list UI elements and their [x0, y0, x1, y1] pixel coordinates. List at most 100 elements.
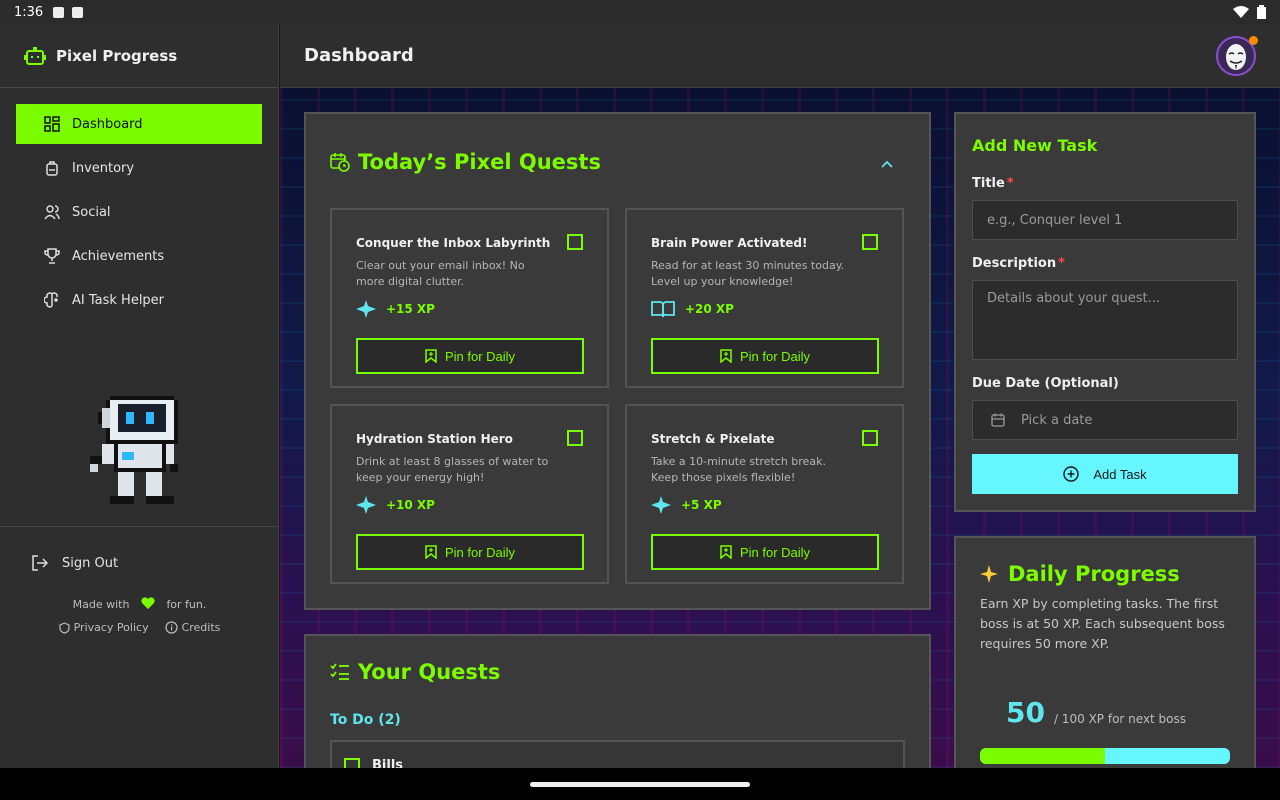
required-mark: *	[1006, 176, 1014, 191]
daily-progress-header: Daily Progress	[980, 562, 1180, 586]
heart-icon	[141, 597, 155, 609]
quest-description: Clear out your email inbox! No more digi…	[356, 259, 525, 288]
users-icon	[44, 205, 60, 220]
bookmark-plus-icon	[720, 545, 732, 559]
sidebar: Pixel Progress Dashboard Inventory Socia…	[0, 24, 279, 768]
credits-link[interactable]: Credits	[164, 621, 220, 634]
pin-for-daily-button[interactable]: Pin for Daily	[356, 534, 584, 570]
info-icon	[164, 621, 178, 634]
task-complete-checkbox[interactable]	[344, 758, 360, 768]
plus-circle-icon	[1063, 466, 1080, 482]
sparkle-icon	[356, 300, 376, 318]
trophy-icon	[44, 248, 60, 264]
title-field-label: Title *	[972, 176, 1014, 191]
todo-section-label: To Do (2)	[330, 712, 401, 728]
xp-progress-bar	[980, 748, 1230, 764]
quest-card: Hydration Station Hero Drink at least 8 …	[330, 404, 609, 584]
quest-title: Hydration Station Hero	[356, 432, 513, 446]
sign-out-button[interactable]: Sign Out	[0, 527, 279, 571]
sidebar-item-ai-task-helper[interactable]: AI Task Helper	[16, 280, 262, 320]
sparkle-icon	[651, 496, 671, 514]
due-date-picker[interactable]: Pick a date	[972, 400, 1238, 440]
sidebar-footer: Sign Out Made with for fun. Privacy Poli…	[0, 526, 279, 634]
task-description-input[interactable]	[972, 280, 1238, 360]
daily-progress-title: Daily Progress	[1008, 562, 1180, 586]
quest-complete-checkbox[interactable]	[862, 234, 878, 250]
sidebar-item-label: Inventory	[72, 160, 135, 176]
title-label-text: Title	[972, 176, 1005, 191]
quest-xp-label: +15 XP	[386, 302, 435, 316]
brain-icon	[44, 292, 58, 308]
dashboard-grid-icon	[44, 116, 60, 132]
sidebar-item-inventory[interactable]: Inventory	[16, 148, 262, 188]
wifi-icon	[1233, 6, 1249, 18]
battery-icon	[1257, 5, 1266, 19]
todays-quests-title: Today’s Pixel Quests	[358, 150, 601, 174]
task-row[interactable]: Bills	[330, 740, 905, 768]
quest-description: Drink at least 8 glasses of water to kee…	[356, 455, 549, 484]
privacy-policy-label: Privacy Policy	[73, 621, 149, 634]
task-title: Bills	[372, 758, 404, 768]
due-date-field-label: Due Date (Optional)	[972, 376, 1119, 391]
sidebar-item-social[interactable]: Social	[16, 192, 262, 232]
chevron-up-icon[interactable]	[881, 160, 893, 168]
quest-complete-checkbox[interactable]	[862, 430, 878, 446]
page-title: Dashboard	[304, 45, 414, 66]
pin-for-daily-button[interactable]: Pin for Daily	[651, 534, 879, 570]
status-time: 1:36	[14, 4, 44, 20]
top-header: Dashboard	[280, 24, 1280, 88]
description-field-label: Description *	[972, 256, 1065, 271]
status-bar: 1:36	[0, 0, 1280, 24]
mask-avatar-icon	[1226, 44, 1246, 70]
backpack-icon	[46, 161, 58, 176]
sign-out-label: Sign Out	[62, 555, 119, 571]
quest-complete-checkbox[interactable]	[567, 430, 583, 446]
sidebar-item-dashboard[interactable]: Dashboard	[16, 104, 262, 144]
quest-xp-label: +10 XP	[386, 498, 435, 512]
made-with-suffix: for fun.	[166, 598, 207, 611]
sidebar-item-label: AI Task Helper	[72, 292, 165, 308]
quest-title: Brain Power Activated!	[651, 236, 808, 250]
todays-quests-card: Today’s Pixel Quests Conquer the Inbox L…	[304, 112, 931, 610]
app-name: Pixel Progress	[56, 46, 178, 65]
pin-for-daily-label: Pin for Daily	[444, 348, 516, 364]
sparkle-icon	[356, 496, 376, 514]
calendar-icon	[991, 413, 1005, 427]
quest-card: Brain Power Activated! Read for at least…	[625, 208, 904, 388]
your-quests-card: Your Quests To Do (2) Bills	[304, 634, 931, 768]
required-mark: *	[1058, 256, 1065, 271]
robot-logo-icon	[24, 46, 46, 65]
quest-xp-label: +20 XP	[685, 302, 734, 316]
quest-xp-label: +5 XP	[681, 498, 722, 512]
quest-description: Read for at least 30 minutes today. Leve…	[651, 259, 845, 288]
brand[interactable]: Pixel Progress	[0, 24, 278, 88]
book-icon	[651, 301, 675, 318]
pin-for-daily-button[interactable]: Pin for Daily	[651, 338, 879, 374]
font-status-icon	[72, 6, 84, 18]
sidebar-item-achievements[interactable]: Achievements	[16, 236, 262, 276]
pin-for-daily-label: Pin for Daily	[444, 544, 516, 560]
main-content: Today’s Pixel Quests Conquer the Inbox L…	[280, 88, 1280, 768]
privacy-policy-link[interactable]: Privacy Policy	[59, 621, 149, 634]
pin-for-daily-button[interactable]: Pin for Daily	[356, 338, 584, 374]
quest-xp: +20 XP	[651, 300, 734, 318]
quest-complete-checkbox[interactable]	[567, 234, 583, 250]
home-gesture-handle[interactable]	[530, 782, 750, 787]
sidebar-item-label: Dashboard	[72, 116, 143, 132]
sidebar-item-label: Achievements	[72, 248, 165, 264]
sidebar-item-label: Social	[72, 204, 111, 220]
todays-quests-header: Today’s Pixel Quests	[330, 150, 601, 174]
quest-title: Conquer the Inbox Labyrinth	[356, 236, 551, 250]
your-quests-header: Your Quests	[330, 660, 500, 684]
pin-for-daily-label: Pin for Daily	[739, 348, 811, 364]
your-quests-title: Your Quests	[358, 660, 501, 684]
calendar-clock-icon	[330, 153, 350, 172]
shield-status-icon	[53, 6, 65, 18]
robot-mascot-illustration	[90, 396, 178, 504]
task-title-input[interactable]	[972, 200, 1238, 240]
next-boss-xp-text: / 100 XP for next boss	[1054, 712, 1187, 726]
pin-for-daily-label: Pin for Daily	[739, 544, 811, 560]
due-date-placeholder: Pick a date	[1021, 412, 1093, 428]
xp-progress-fill	[980, 748, 1105, 764]
add-task-button[interactable]: Add Task	[972, 454, 1238, 494]
